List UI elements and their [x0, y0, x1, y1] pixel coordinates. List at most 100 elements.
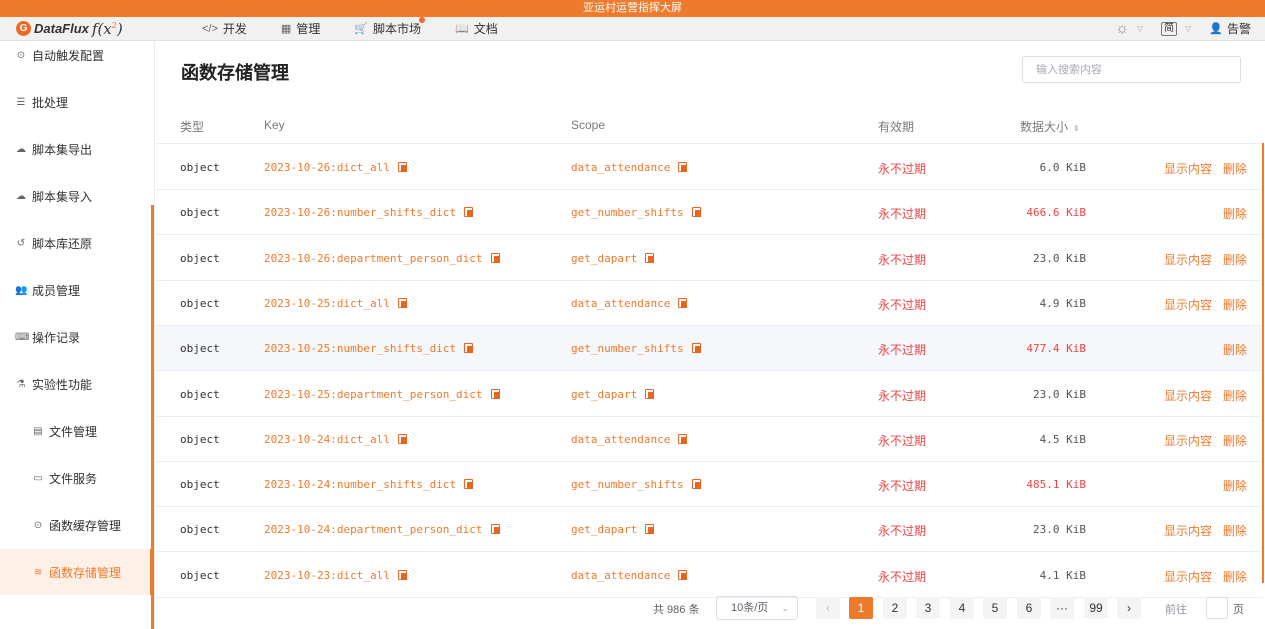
- copy-icon[interactable]: [645, 252, 655, 263]
- sidebar-item-operation-log[interactable]: ⌨ 操作记录: [0, 317, 153, 357]
- chevron-down-icon: ▽: [1185, 24, 1192, 33]
- delete-button[interactable]: 删除: [1223, 387, 1247, 404]
- cell-type: object: [180, 296, 220, 310]
- page-button-2[interactable]: 2: [883, 597, 907, 619]
- table-row: object 2023-10-23:dict_all data_attendance…: [156, 553, 1263, 598]
- copy-icon[interactable]: [490, 524, 500, 535]
- sort-icon[interactable]: ⬍: [1073, 124, 1080, 133]
- copy-icon[interactable]: [678, 433, 688, 444]
- copy-icon[interactable]: [397, 297, 407, 308]
- nav-develop[interactable]: </> 开发: [202, 20, 247, 37]
- copy-icon[interactable]: [464, 207, 474, 218]
- column-header-size[interactable]: 数据大小 ⬍: [1020, 118, 1080, 135]
- page-button-4[interactable]: 4: [950, 597, 974, 619]
- page-size-select[interactable]: 10条/页 ⌄: [716, 596, 798, 620]
- cell-key-text: 2023-10-26:dict_all: [264, 161, 390, 174]
- show-content-button[interactable]: 显示内容: [1164, 296, 1212, 313]
- brand-fx-end: ): [116, 19, 123, 38]
- sidebar-item-file-service[interactable]: ▭ 文件服务: [0, 458, 153, 498]
- sidebar-item-export[interactable]: ☁ 脚本集导出: [0, 129, 153, 169]
- delete-button[interactable]: 删除: [1223, 341, 1247, 358]
- show-content-button[interactable]: 显示内容: [1164, 522, 1212, 539]
- copy-icon[interactable]: [397, 433, 407, 444]
- content-scroll-indicator[interactable]: [1262, 143, 1264, 583]
- search-input[interactable]: [1022, 56, 1241, 83]
- copy-icon[interactable]: [691, 207, 701, 218]
- cell-size: 4.1 KiB: [1039, 568, 1086, 582]
- copy-icon[interactable]: [678, 162, 688, 172]
- pagination-total: 共 986 条: [653, 604, 700, 616]
- copy-icon[interactable]: [490, 252, 500, 263]
- logo-mark-icon: G: [16, 21, 31, 36]
- sidebar-item-label: 脚本集导入: [32, 189, 93, 204]
- copy-icon[interactable]: [678, 297, 688, 308]
- column-header-type: 类型: [180, 120, 205, 134]
- table-row: object 2023-10-24:department_person_dict g…: [156, 507, 1263, 553]
- copy-icon[interactable]: [490, 388, 500, 399]
- copy-icon[interactable]: [397, 569, 407, 580]
- sidebar-item-func-store[interactable]: ≋ 函数存储管理: [0, 549, 153, 595]
- book-icon: 📖: [455, 23, 469, 35]
- show-content-button[interactable]: 显示内容: [1164, 387, 1212, 404]
- delete-button[interactable]: 删除: [1223, 568, 1247, 585]
- cell-type: object: [180, 251, 220, 265]
- copy-icon[interactable]: [691, 343, 701, 354]
- show-content-button[interactable]: 显示内容: [1164, 568, 1212, 585]
- copy-icon[interactable]: [678, 569, 688, 580]
- copy-icon[interactable]: [645, 388, 655, 399]
- delete-button[interactable]: 删除: [1223, 522, 1247, 539]
- page-button-6[interactable]: 6: [1017, 597, 1041, 619]
- sidebar-item-func-cache[interactable]: ⊙ 函数缓存管理: [0, 505, 153, 545]
- cell-key: 2023-10-24:number_shifts_dict: [264, 478, 474, 491]
- page-button-99[interactable]: 99: [1084, 597, 1108, 619]
- nav-docs[interactable]: 📖 文档: [455, 20, 498, 37]
- show-content-button[interactable]: 显示内容: [1164, 160, 1212, 177]
- language-switch[interactable]: 简 ▽: [1161, 21, 1192, 36]
- page-button-1[interactable]: 1: [849, 597, 873, 619]
- delete-button[interactable]: 删除: [1223, 296, 1247, 313]
- nav-script-market[interactable]: 🛒 脚本市场: [354, 17, 426, 37]
- cell-type: object: [180, 478, 220, 492]
- goto-page-input[interactable]: [1206, 597, 1228, 619]
- copy-icon[interactable]: [397, 162, 407, 172]
- delete-button[interactable]: 删除: [1223, 432, 1247, 449]
- nav-manage[interactable]: ▦ 管理: [281, 20, 320, 37]
- sidebar-item-members[interactable]: 👥 成员管理: [0, 270, 153, 310]
- next-page-button[interactable]: ›: [1117, 597, 1141, 619]
- cell-size: 485.1 KiB: [1026, 478, 1086, 492]
- sidebar-item-file-manage[interactable]: ▤ 文件管理: [0, 411, 153, 451]
- sidebar-scroll-indicator[interactable]: [151, 205, 154, 629]
- sidebar-item-experimental[interactable]: ⚗ 实验性功能: [0, 364, 153, 404]
- page-ellipsis[interactable]: ···: [1050, 597, 1074, 619]
- copy-icon[interactable]: [691, 479, 701, 490]
- cell-scope-text: get_dapart: [571, 387, 638, 401]
- copy-icon[interactable]: [464, 479, 474, 490]
- delete-button[interactable]: 删除: [1223, 205, 1247, 222]
- sidebar-item-label: 脚本库还原: [32, 236, 93, 251]
- user-name: 告警: [1226, 22, 1251, 36]
- copy-icon[interactable]: [464, 343, 474, 354]
- sidebar-item-import[interactable]: ☁ 脚本集导入: [0, 176, 153, 216]
- cell-key-text: 2023-10-24:dict_all: [264, 432, 390, 446]
- sidebar-item-label: 脚本集导出: [32, 142, 93, 157]
- theme-switch[interactable]: ☼ ▽: [1115, 20, 1143, 37]
- cart-icon: 🛒: [354, 23, 369, 35]
- sidebar-item-label: 成员管理: [32, 283, 81, 298]
- delete-button[interactable]: 删除: [1223, 160, 1247, 177]
- page-button-3[interactable]: 3: [916, 597, 940, 619]
- goto-suffix: 页: [1233, 604, 1244, 616]
- sidebar-item-batch[interactable]: ☰ 批处理: [0, 82, 153, 122]
- cell-scope-text: data_attendance: [571, 568, 671, 582]
- show-content-button[interactable]: 显示内容: [1164, 251, 1212, 268]
- prev-page-button[interactable]: ‹: [816, 597, 840, 619]
- page-button-5[interactable]: 5: [983, 597, 1007, 619]
- show-content-button[interactable]: 显示内容: [1164, 432, 1212, 449]
- brand-logo[interactable]: G DataFlux f(x2): [16, 20, 176, 38]
- cell-key-text: 2023-10-25:dict_all: [264, 296, 390, 310]
- delete-button[interactable]: 删除: [1223, 251, 1247, 268]
- copy-icon[interactable]: [645, 524, 655, 535]
- delete-button[interactable]: 删除: [1223, 477, 1247, 494]
- user-menu[interactable]: 👤 告警: [1209, 20, 1251, 37]
- sidebar-item-auto-trigger[interactable]: ⊙ 自动触发配置: [0, 41, 153, 75]
- sidebar-item-restore[interactable]: ↺ 脚本库还原: [0, 223, 153, 263]
